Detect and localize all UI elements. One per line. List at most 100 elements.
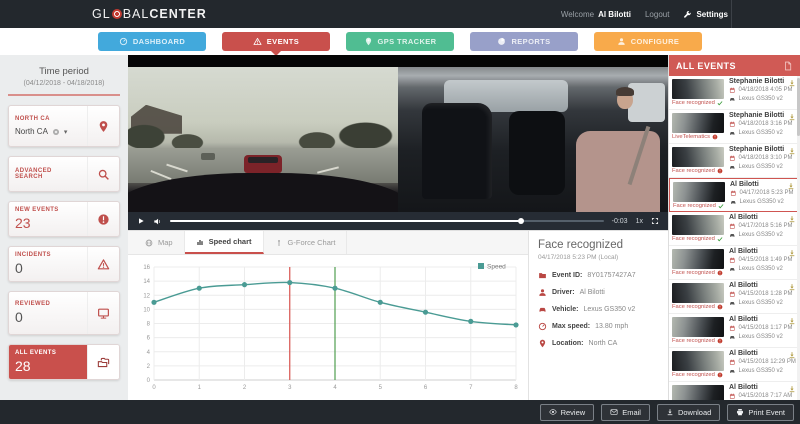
download-icon[interactable] (788, 113, 796, 121)
face-recognized-panel: Face recognized 04/17/2018 5:23 PM (Loca… (528, 231, 668, 400)
calendar-icon (729, 257, 736, 264)
detail-field-label: Max speed (552, 323, 590, 330)
footer-button[interactable]: Review (540, 404, 595, 421)
card-content: ADVANCED SEARCH (9, 157, 87, 191)
nav-button[interactable]: GPS TRACKER (346, 32, 454, 51)
speed-chart-svg: 0246810121416012345678Speed (134, 259, 526, 395)
event-vehicle: Lexus GS350 v2 (739, 164, 783, 170)
download-icon[interactable] (788, 351, 796, 359)
event-list-item[interactable]: Face recognized Al Bilotti 04/15/2018 7:… (669, 382, 800, 400)
footer-button[interactable]: Email (601, 404, 650, 421)
divider (8, 94, 120, 96)
warn-icon (97, 258, 110, 271)
card-icon-cell (87, 247, 119, 281)
chart-tab[interactable]: Speed chart (185, 231, 264, 254)
logout-link[interactable]: Logout (645, 10, 669, 19)
event-list-item[interactable]: Face recognized Stephanie Bilotti 04/18/… (669, 144, 800, 178)
card-label: REVIEWED (15, 301, 81, 307)
event-list-item[interactable]: Face recognized Al Bilotti 04/15/2018 12… (669, 348, 800, 382)
user-icon (538, 288, 547, 297)
nav-button[interactable]: REPORTS (470, 32, 578, 51)
download-icon[interactable] (788, 385, 796, 393)
event-badge-label: Face recognized (672, 304, 715, 310)
sidebar-card[interactable]: NEW EVENTS 23 (8, 201, 120, 237)
event-date-row: 04/15/2018 1:17 PM (729, 325, 800, 332)
svg-text:7: 7 (469, 385, 473, 391)
card-icon-cell (87, 292, 119, 334)
card-content: REVIEWED 0 (9, 292, 87, 334)
fullscreen-icon[interactable] (651, 217, 659, 225)
event-thumbnail (672, 283, 724, 303)
stat-cards: ADVANCED SEARCH NEW EVENTS 23 (8, 156, 120, 380)
region-select[interactable]: North CA ▾ (15, 127, 81, 136)
video-frames[interactable] (128, 67, 668, 212)
region-value: North CA (15, 127, 48, 136)
event-date: 04/15/2018 7:17 AM (739, 393, 793, 399)
event-list-item[interactable]: Face recognized Al Bilotti 04/15/2018 1:… (669, 314, 800, 348)
calendar-icon (729, 291, 736, 298)
download-icon[interactable] (788, 317, 796, 325)
nav-label: REPORTS (511, 37, 550, 46)
settings-link[interactable]: Settings (683, 10, 728, 19)
event-badge: Face recognized (672, 236, 723, 242)
download-icon[interactable] (788, 147, 796, 155)
download-icon[interactable] (788, 283, 796, 291)
caret-down-icon[interactable]: ▾ (64, 128, 68, 136)
event-list-item[interactable]: Face recognized Al Bilotti 04/15/2018 1:… (669, 280, 800, 314)
event-thumbnail (672, 215, 724, 235)
clear-icon[interactable] (52, 128, 60, 136)
event-list-item[interactable]: Face recognized Al Bilotti 04/17/2018 5:… (669, 212, 800, 246)
nav-label: DASHBOARD (133, 37, 185, 46)
download-icon[interactable] (788, 215, 796, 223)
tab-label: G-Force Chart (288, 238, 336, 247)
user-name: Al Bilotti (598, 10, 631, 19)
download-icon[interactable] (788, 79, 796, 87)
event-list-item[interactable]: Face recognized Al Bilotti 04/15/2018 1:… (669, 246, 800, 280)
footer-button[interactable]: Download (657, 404, 720, 421)
volume-icon[interactable] (153, 217, 162, 226)
event-list-item[interactable]: Face recognized Al Bilotti 04/17/2018 5:… (669, 178, 800, 212)
event-thumbnail (672, 249, 724, 269)
car-icon (729, 232, 736, 239)
video-progress-knob[interactable] (518, 218, 524, 224)
sidebar-card[interactable]: ADVANCED SEARCH (8, 156, 120, 192)
nav-label: CONFIGURE (631, 37, 680, 46)
car-icon (729, 368, 736, 375)
event-badge-label: Face recognized (672, 236, 715, 242)
video-player[interactable]: -0:03 1x (128, 55, 668, 230)
chart-tab[interactable]: Map (134, 231, 185, 254)
event-vehicle: Lexus GS350 v2 (739, 130, 783, 136)
event-vehicle-row: Lexus GS350 v2 (729, 130, 800, 137)
gauge-icon (538, 322, 547, 331)
sidebar-card[interactable]: INCIDENTS 0 (8, 246, 120, 282)
region-card: NORTH CA North CA ▾ (8, 105, 120, 147)
calendar-icon (729, 393, 736, 400)
footer-button[interactable]: Print Event (727, 404, 794, 421)
alert-icon (717, 338, 723, 344)
logo: GLBALCENTER (92, 0, 207, 28)
scene-seat (509, 111, 566, 195)
video-progress-bar[interactable] (170, 220, 604, 222)
nav-button[interactable]: CONFIGURE (594, 32, 702, 51)
detail-field: Vehicle Lexus GS350 v2 (538, 305, 659, 314)
svg-text:5: 5 (379, 385, 383, 391)
event-list-item[interactable]: LiveTelematics Stephanie Bilotti 04/18/2… (669, 110, 800, 144)
chart-tab[interactable]: G-Force Chart (264, 231, 348, 254)
car-icon (729, 334, 736, 341)
event-badge-label: Face recognized (672, 372, 715, 378)
detail-field: Event ID 8Y01757427A7 (538, 271, 659, 280)
svg-text:8: 8 (514, 385, 518, 391)
sidebar-card[interactable]: ALL EVENTS 28 (8, 344, 120, 380)
card-label: ALL EVENTS (15, 350, 81, 356)
export-icon[interactable] (783, 61, 793, 71)
event-list-item[interactable]: Face recognized Stephanie Bilotti 04/18/… (669, 76, 800, 110)
play-icon[interactable] (137, 217, 145, 225)
playback-rate[interactable]: 1x (636, 218, 643, 225)
nav-button[interactable]: DASHBOARD (98, 32, 206, 51)
nav-button[interactable]: EVENTS (222, 32, 330, 51)
sidebar-card[interactable]: REVIEWED 0 (8, 291, 120, 335)
download-icon[interactable] (788, 249, 796, 257)
region-label: NORTH CA (15, 116, 81, 122)
footer-button-label: Print Event (748, 408, 785, 417)
download-icon[interactable] (787, 182, 795, 190)
